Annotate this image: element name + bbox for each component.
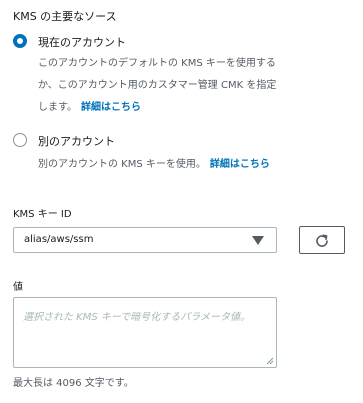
refresh-icon bbox=[316, 234, 328, 247]
other-account-description-row: 別のアカウントの KMS キーを使用。 詳細はこちら bbox=[38, 154, 270, 176]
other-account-learn-more-link[interactable]: 詳細はこちら bbox=[210, 159, 270, 170]
current-account-description-line3: します。 bbox=[38, 102, 77, 113]
kms-key-select[interactable]: alias/aws/ssm bbox=[13, 227, 277, 253]
current-account-description-line3-row: します。 詳細はこちら bbox=[38, 97, 276, 119]
value-textarea[interactable]: 選択された KMS キーで暗号化するパラメータ値。 bbox=[13, 297, 277, 368]
current-account-learn-more-link[interactable]: 詳細はこちら bbox=[81, 102, 141, 113]
value-placeholder: 選択された KMS キーで暗号化するパラメータ値。 bbox=[23, 312, 250, 323]
refresh-button[interactable] bbox=[299, 226, 345, 254]
value-label: 値 bbox=[13, 282, 23, 293]
current-account-description-line1: このアカウントのデフォルトの KMS キーを使用する bbox=[38, 58, 276, 69]
radio-other-account-label[interactable]: 別のアカウント bbox=[38, 133, 115, 149]
radio-current-account-label[interactable]: 現在のアカウント bbox=[38, 34, 126, 50]
current-account-description: このアカウントのデフォルトの KMS キーを使用する か、このアカウント用のカス… bbox=[38, 53, 276, 119]
resize-grip-icon[interactable] bbox=[266, 357, 274, 365]
kms-source-title: KMS の主要なソース bbox=[13, 10, 117, 23]
caret-down-icon bbox=[252, 236, 264, 245]
value-max-length-hint: 最大長は 4096 文字です。 bbox=[13, 378, 134, 389]
current-account-description-line2: か、このアカウント用のカスタマー管理 CMK を指定 bbox=[38, 80, 277, 91]
radio-current-account[interactable] bbox=[13, 34, 27, 48]
other-account-description: 別のアカウントの KMS キーを使用。 bbox=[38, 159, 206, 170]
kms-key-id-label: KMS キー ID bbox=[13, 209, 72, 220]
radio-other-account[interactable] bbox=[13, 133, 27, 147]
kms-key-selected-value: alias/aws/ssm bbox=[24, 234, 94, 245]
